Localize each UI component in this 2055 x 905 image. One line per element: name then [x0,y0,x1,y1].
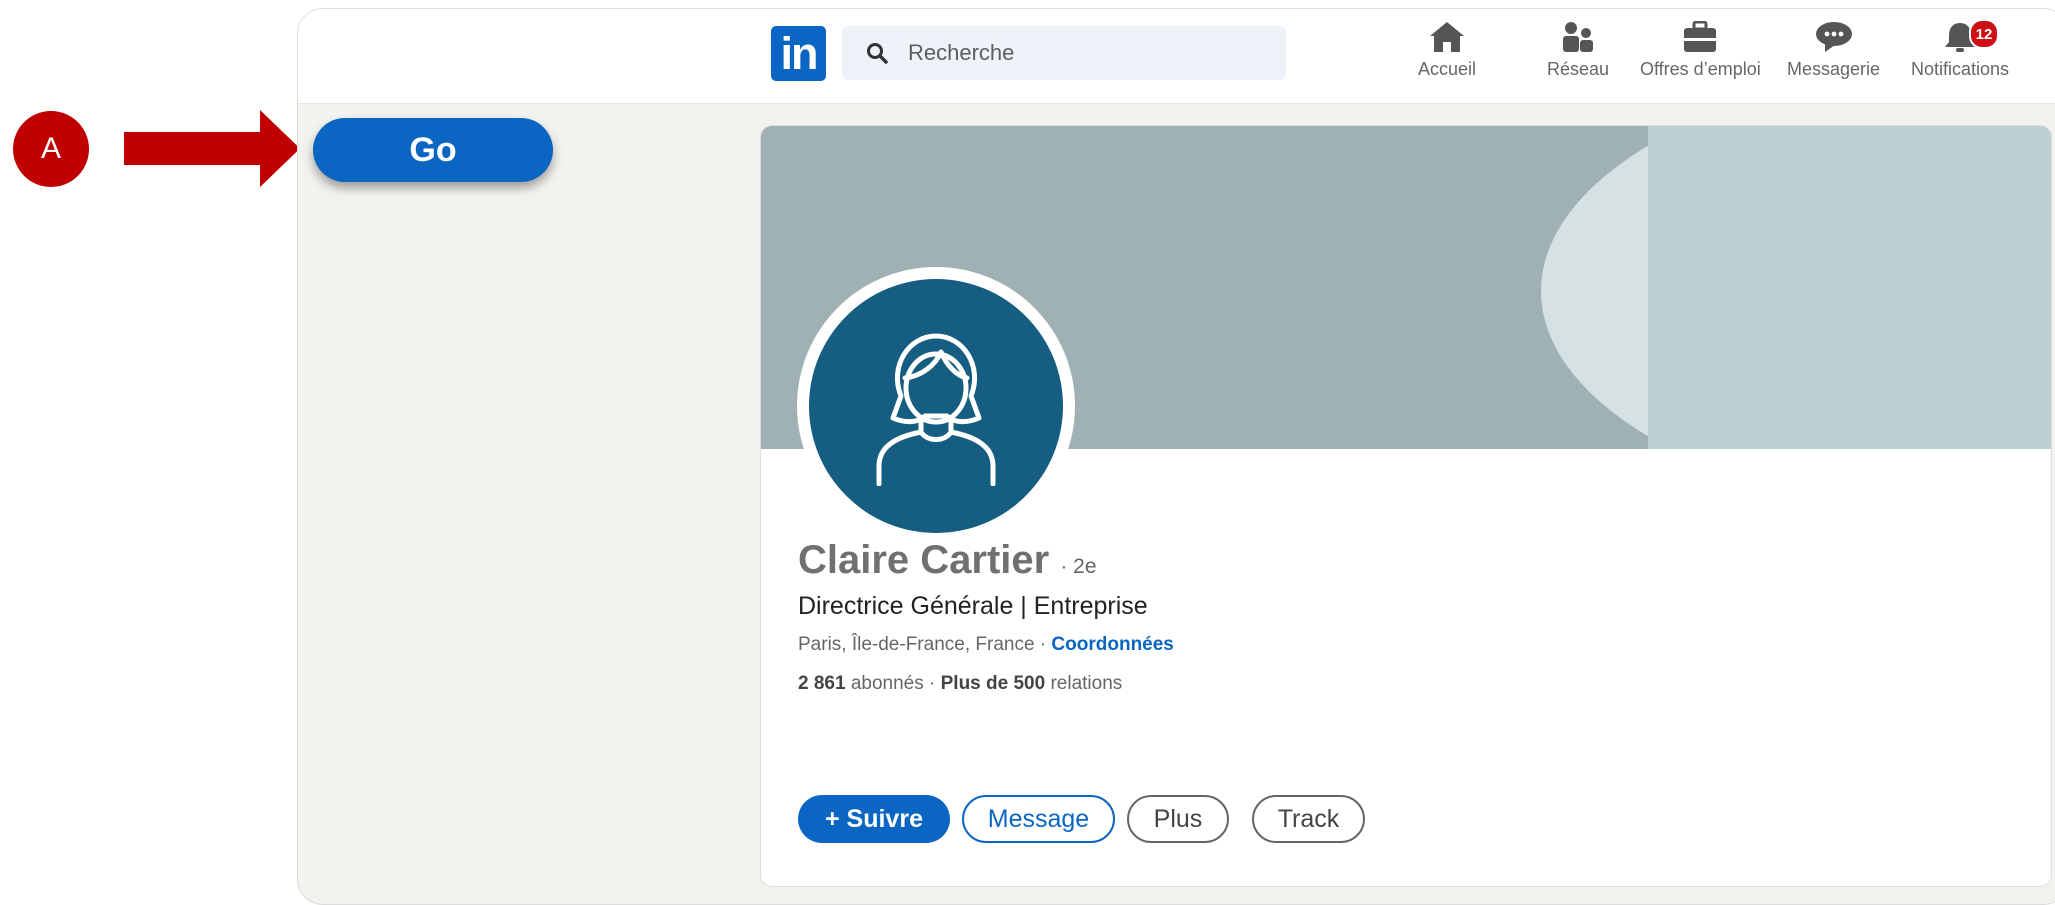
profile-location: Paris, Île-de-France, France [798,634,1035,655]
nav-network[interactable]: Réseau [1547,21,1609,80]
profile-location-line: Paris, Île-de-France, France · Coordonné… [798,634,1174,656]
home-icon [1430,22,1465,52]
go-button[interactable]: Go [313,118,553,182]
relations-label: relations [1045,673,1123,694]
location-separator: · [1034,634,1052,655]
more-button[interactable]: Plus [1127,795,1229,843]
briefcase-icon [1684,21,1717,52]
nav-network-label: Réseau [1547,59,1610,79]
profile-card: Claire Cartier · 2e Directrice Générale … [760,125,2052,887]
profile-name: Claire Cartier · 2e [798,538,1097,583]
search-bar[interactable] [842,26,1286,80]
follow-button[interactable]: + Suivre [798,795,950,843]
profile-stats: 2 861 abonnés · Plus de 500 relations [798,673,1122,695]
app-window: in Accueil Réseau [297,8,2055,905]
connection-degree: · 2e [1060,555,1097,578]
relations-separator: · [929,673,941,694]
profile-headline: Directrice Générale | Entreprise [798,592,1148,620]
profile-name-text: Claire Cartier [798,538,1050,582]
annotation-badge: A [13,111,89,187]
annotation-arrow-icon [124,110,300,187]
track-button[interactable]: Track [1252,795,1365,843]
followers-label: abonnés [845,673,930,694]
contact-info-link[interactable]: Coordonnées [1051,634,1173,655]
search-input[interactable] [906,39,1270,67]
notification-count-badge: 12 [1969,19,1999,49]
search-icon [867,43,888,64]
network-icon [1563,22,1594,52]
nav-jobs-label: Offres d’emploi [1640,59,1761,79]
message-button[interactable]: Message [962,795,1115,843]
nav-jobs[interactable]: Offres d’emploi [1640,21,1761,80]
message-icon [1815,22,1852,52]
top-navigation-bar: in Accueil Réseau [298,9,2055,104]
nav-notifications-label: Notifications [1911,59,2010,79]
linkedin-logo[interactable]: in [771,26,826,81]
followers-count: 2 861 [798,673,846,694]
nav-notifications[interactable]: Notifications 12 [1911,19,2010,80]
nav-home-label: Accueil [1418,59,1477,79]
relations-count[interactable]: Plus de 500 [941,673,1046,694]
profile-avatar[interactable] [797,267,1075,545]
nav-messaging[interactable]: Messagerie [1787,21,1880,80]
person-icon [876,333,996,486]
nav-home[interactable]: Accueil [1418,21,1476,80]
nav-messaging-label: Messagerie [1787,59,1881,79]
